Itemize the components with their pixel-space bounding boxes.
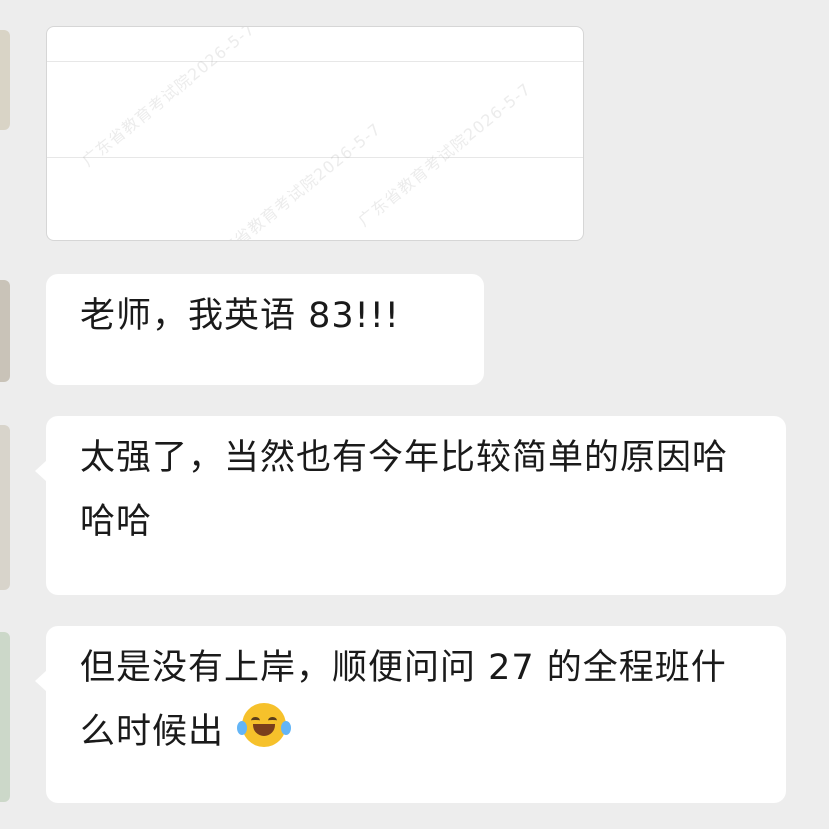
- message-text: 太强了，当然也有今年比较简单的原因哈哈哈: [80, 438, 729, 542]
- image-divider-top: [47, 61, 583, 62]
- avatar-edge-2[interactable]: [0, 280, 10, 382]
- watermark-text: 广东省教育考试院2026-5-7: [78, 26, 259, 171]
- emoji-tear: [281, 721, 292, 735]
- message-bubble[interactable]: 太强了，当然也有今年比较简单的原因哈哈哈: [35, 416, 786, 595]
- avatar-edge-1[interactable]: [0, 30, 10, 130]
- bubble-tail: [35, 670, 47, 692]
- message-bubble[interactable]: 老师，我英语 83!!!: [46, 274, 484, 385]
- emoji-eye: [268, 717, 278, 724]
- image-message-card[interactable]: 广东省教育考试院2026-5-7 广东省教育考试院2026-5-7 广东省教育考…: [46, 26, 584, 241]
- message-bubble[interactable]: 但是没有上岸，顺便问问 27 的全程班什么时候出: [35, 626, 786, 803]
- message-text: 但是没有上岸，顺便问问 27 的全程班什么时候出: [80, 648, 727, 752]
- avatar-edge-3[interactable]: [0, 425, 10, 590]
- emoji-eye: [251, 717, 261, 724]
- message-text: 老师，我英语 83!!!: [80, 296, 400, 336]
- emoji-mouth: [253, 724, 276, 736]
- watermark-text: 广东省教育考试院2026-5-7: [354, 79, 535, 231]
- emoji-tear: [237, 721, 248, 735]
- avatar-edge-4[interactable]: [0, 632, 10, 802]
- laughing-tears-emoji-icon: [237, 703, 292, 747]
- bubble-tail: [35, 460, 47, 482]
- image-divider-middle: [47, 157, 583, 158]
- watermark-text: 广东省教育考试院2026-5-7: [204, 119, 385, 241]
